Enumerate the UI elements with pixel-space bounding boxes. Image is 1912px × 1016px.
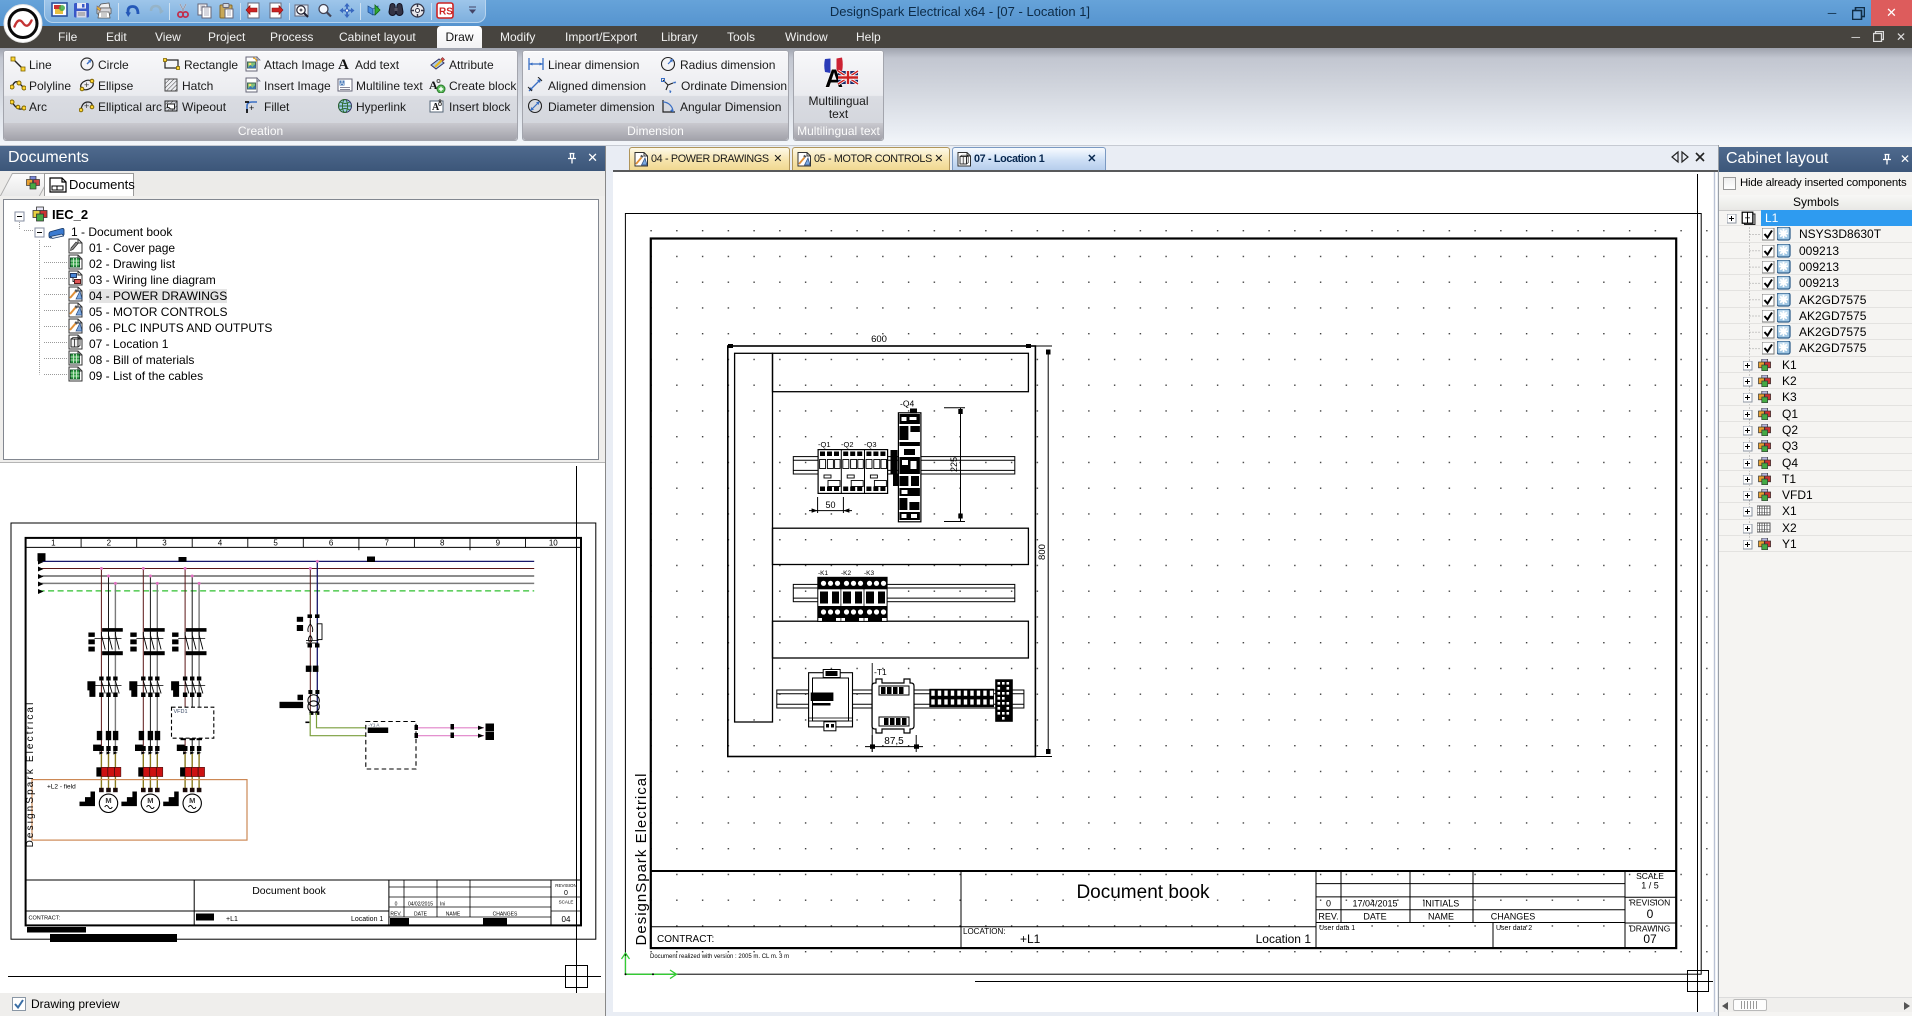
svg-text:Ini: Ini <box>440 902 445 908</box>
svg-text:9: 9 <box>496 538 501 547</box>
svg-text:DesignSpark Electrical: DesignSpark Electrical <box>25 701 36 848</box>
svg-text:INITIALS: INITIALS <box>1423 899 1460 909</box>
svg-text:1: 1 <box>51 538 56 547</box>
svg-text:Location 1: Location 1 <box>1256 932 1312 946</box>
svg-text:0: 0 <box>564 890 568 897</box>
svg-text:RS: RS <box>439 7 453 18</box>
svg-text:17/04/2015: 17/04/2015 <box>1352 899 1397 909</box>
svg-text:-K1: -K1 <box>818 570 829 577</box>
svg-text:800: 800 <box>1037 544 1048 560</box>
svg-text:50: 50 <box>825 500 835 510</box>
svg-text:1 / 5: 1 / 5 <box>1641 881 1659 891</box>
svg-text:600: 600 <box>871 334 887 345</box>
svg-text:NAME: NAME <box>1428 912 1454 922</box>
svg-text:CONTRACT:: CONTRACT: <box>29 916 61 922</box>
svg-text:2: 2 <box>107 538 112 547</box>
svg-text:-Q4: -Q4 <box>900 399 914 409</box>
svg-text:+: + <box>84 101 89 111</box>
svg-text:+: + <box>249 103 254 113</box>
svg-text:Document book: Document book <box>252 885 326 897</box>
svg-text:DATE: DATE <box>1363 912 1386 922</box>
svg-text:A: A <box>338 57 349 72</box>
svg-text:NAME: NAME <box>446 912 461 918</box>
svg-text:04/02/2015: 04/02/2015 <box>408 902 433 908</box>
svg-text:DesignSpark Electrical: DesignSpark Electrical <box>633 773 650 946</box>
svg-text:REV.: REV. <box>390 912 401 918</box>
svg-text:-K2: -K2 <box>841 570 852 577</box>
svg-text:+L1: +L1 <box>1020 932 1041 946</box>
svg-text:CONTRACT:: CONTRACT: <box>657 934 714 945</box>
svg-text:User data 2: User data 2 <box>1496 925 1532 932</box>
svg-text:Document book: Document book <box>1076 882 1210 903</box>
svg-text:+L1: +L1 <box>226 916 238 923</box>
svg-text:6: 6 <box>329 538 334 547</box>
svg-text:DATE: DATE <box>414 912 428 918</box>
svg-text:VFD1: VFD1 <box>174 709 188 715</box>
svg-text:-Q2: -Q2 <box>841 440 854 449</box>
svg-text:10: 10 <box>549 538 558 547</box>
svg-text:4: 4 <box>218 538 223 547</box>
svg-text:87,5: 87,5 <box>884 736 904 747</box>
svg-text:SCALE: SCALE <box>559 900 574 905</box>
svg-text:A: A <box>340 81 344 87</box>
svg-text:0: 0 <box>1647 907 1654 921</box>
svg-text:-Q1: -Q1 <box>818 440 831 449</box>
svg-text:5: 5 <box>273 538 278 547</box>
svg-text:REV.: REV. <box>1318 912 1338 922</box>
svg-text:Document realized with version: Document realized with version : 2005 m.… <box>650 954 789 960</box>
svg-text:04: 04 <box>562 915 571 924</box>
svg-text:07: 07 <box>1643 932 1657 946</box>
svg-text:+: + <box>84 80 89 90</box>
svg-text:SCALE: SCALE <box>1636 871 1664 881</box>
svg-text:-Y1 A: -Y1 A <box>368 723 379 728</box>
svg-text:LOCATION:: LOCATION: <box>963 927 1006 936</box>
svg-text:225: 225 <box>949 457 959 472</box>
svg-text:+L2 - field: +L2 - field <box>47 784 76 791</box>
svg-text:REVISION: REVISION <box>1630 898 1671 908</box>
svg-text:CHANGES: CHANGES <box>493 912 518 918</box>
svg-text:7: 7 <box>384 538 389 547</box>
svg-text:-Q3: -Q3 <box>864 440 877 449</box>
svg-text:User data 1: User data 1 <box>1319 925 1355 932</box>
svg-text:8: 8 <box>440 538 445 547</box>
svg-text:0: 0 <box>1326 899 1331 909</box>
svg-text:0: 0 <box>395 902 398 908</box>
svg-text:CHANGES: CHANGES <box>1491 912 1536 922</box>
svg-text:-T1: -T1 <box>874 667 887 677</box>
svg-text:REVISION: REVISION <box>555 883 577 888</box>
svg-text:-K3: -K3 <box>864 570 875 577</box>
svg-text:3: 3 <box>162 538 167 547</box>
svg-text:Location 1: Location 1 <box>351 916 383 923</box>
